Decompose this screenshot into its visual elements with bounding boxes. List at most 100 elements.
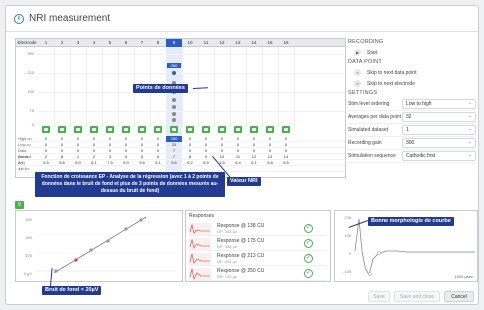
status-ok-icon[interactable]	[122, 126, 130, 133]
electrode-12[interactable]: 12	[214, 39, 230, 47]
responses-panel: Responses Response @ 138 CU DP: 358 µv ✓…	[185, 210, 331, 282]
electrode-5[interactable]: 5	[102, 39, 118, 47]
response-item[interactable]: Response @ 138 CU DP: 358 µv ✓	[189, 222, 327, 236]
save-and-close-button[interactable]: Save and close	[394, 291, 440, 302]
waveform-thumbnail	[189, 268, 211, 280]
data-point[interactable]	[172, 118, 176, 122]
window-title: NRI measurement	[29, 13, 111, 24]
status-ok-icon[interactable]	[170, 126, 178, 133]
setting-sequence: Stimulation sequence Cathodic first	[348, 150, 476, 163]
status-ok-icon[interactable]	[90, 126, 98, 133]
electrode-16[interactable]: 16	[278, 39, 294, 47]
growth-point	[124, 227, 128, 231]
electrode-6[interactable]: 6	[118, 39, 134, 47]
electrode-tab[interactable]: 9	[15, 201, 24, 209]
electrode-8[interactable]: 8	[150, 39, 166, 47]
electrode-4[interactable]: 4	[86, 39, 102, 47]
electrode-14[interactable]: 14	[246, 39, 262, 47]
skip-electrode-button[interactable]: » Skip to next electrode	[348, 78, 476, 89]
electrode-header-label: Electrode	[17, 40, 37, 45]
status-ok-icon[interactable]	[282, 126, 290, 133]
setting-averages: Averages per data point 32	[348, 111, 476, 124]
electrode-1[interactable]: 1	[38, 39, 54, 47]
electrode-9[interactable]: 9	[166, 39, 182, 47]
check-icon[interactable]: ✓	[304, 269, 313, 278]
status-ok-icon[interactable]	[74, 126, 82, 133]
point-value-badge: 250	[167, 63, 181, 68]
info-icon[interactable]: i	[14, 13, 24, 24]
growth-function-plot: 300 200 100 0 µV	[15, 210, 183, 282]
growth-point	[106, 239, 110, 243]
setting-label: Simulated dataset	[348, 127, 389, 133]
skip-icon: »	[354, 80, 361, 87]
electrode-3[interactable]: 3	[70, 39, 86, 47]
skip-icon: »	[354, 69, 361, 76]
callout-data-points: Points de données	[133, 84, 188, 93]
stim-order-select[interactable]: Low to high	[402, 99, 476, 109]
data-point[interactable]	[172, 98, 176, 102]
cancel-button[interactable]: Cancel	[444, 291, 474, 302]
play-icon: ▶	[354, 49, 361, 56]
response-item[interactable]: Response @ 175 CU DP: 358 µv ✓	[189, 237, 327, 251]
settings-heading: SETTINGS	[348, 90, 378, 96]
status-ok-icon[interactable]	[250, 126, 258, 133]
electrode-15[interactable]: 15	[262, 39, 278, 47]
y-tick: 225	[27, 70, 34, 75]
setting-dataset: Simulated dataset 1	[348, 124, 476, 137]
waveform-thumbnail	[189, 253, 211, 265]
electrode-11[interactable]: 11	[198, 39, 214, 47]
setting-label: Stimulation sequence	[348, 153, 396, 159]
skip-data-point-button[interactable]: » Skip to next data point	[348, 67, 476, 78]
wave-x-label: 1500 µsec	[454, 274, 473, 279]
start-button[interactable]: ▶ Start	[348, 47, 476, 58]
electrode-7[interactable]: 7	[134, 39, 150, 47]
row-label: dat.lin	[18, 166, 29, 171]
status-ok-icon[interactable]	[186, 126, 194, 133]
electrode-2[interactable]: 2	[54, 39, 70, 47]
status-ok-icon[interactable]	[58, 126, 66, 133]
data-point[interactable]	[172, 71, 176, 75]
status-ok-icon[interactable]	[138, 126, 146, 133]
gain-select[interactable]: 300	[402, 138, 476, 148]
callout-noise: Bruit de fond < 20µV	[42, 286, 102, 295]
status-ok-icon[interactable]	[266, 126, 274, 133]
growth-point	[139, 218, 143, 222]
response-item[interactable]: Response @ 250 CU DP: 750 µv ✓	[189, 267, 327, 281]
status-ok-icon[interactable]	[218, 126, 226, 133]
dataset-select[interactable]: 1	[402, 125, 476, 135]
check-icon[interactable]: ✓	[304, 239, 313, 248]
setting-label: Recording gain	[348, 140, 382, 146]
averages-select[interactable]: 32	[402, 112, 476, 122]
skip-data-point-label: Skip to next data point	[367, 69, 417, 76]
growth-point	[89, 248, 93, 252]
sequence-select[interactable]: Cathodic first	[402, 151, 476, 161]
response-item[interactable]: Response @ 213 CU DP: 641 µv ✓	[189, 252, 327, 266]
status-ok-icon[interactable]	[202, 126, 210, 133]
waveform-thumbnail	[189, 223, 211, 235]
callout-morphology: Bonne morphologie de courbe	[368, 217, 454, 226]
electrode-grid: Electrode 1 2 3 4 5 6 7 8 9 10 11 12 13 …	[15, 38, 346, 178]
start-label: Start	[367, 49, 378, 56]
status-ok-icon[interactable]	[42, 126, 50, 133]
settings-panel: RECORDING ▶ Start DATA POINT » Skip to nex…	[348, 38, 476, 163]
callout-growth-function: Fonction de croissance EP - Analyse de l…	[35, 172, 225, 197]
callout-nri-value: Valeur NRI	[227, 177, 261, 186]
electrode-13[interactable]: 13	[230, 39, 246, 47]
data-point[interactable]	[172, 105, 176, 109]
response-sub: DP: 641 µv	[217, 259, 237, 264]
growth-point	[54, 269, 58, 273]
status-ok-icon[interactable]	[154, 126, 162, 133]
status-ok-icon[interactable]	[234, 126, 242, 133]
check-icon[interactable]: ✓	[304, 254, 313, 263]
setting-stim-order: Stim level ordering Low to high	[348, 98, 476, 111]
title-bar: i NRI measurement	[6, 6, 478, 32]
regression-svg	[36, 216, 176, 274]
check-icon[interactable]: ✓	[304, 224, 313, 233]
save-button[interactable]: Save	[368, 291, 390, 302]
response-sub: DP: 750 µv	[217, 274, 237, 279]
status-ok-icon[interactable]	[106, 126, 114, 133]
y-tick: 300	[27, 51, 34, 56]
data-point[interactable]	[172, 112, 176, 116]
electrode-10[interactable]: 10	[182, 39, 198, 47]
response-sub: DP: 358 µv	[217, 244, 237, 249]
